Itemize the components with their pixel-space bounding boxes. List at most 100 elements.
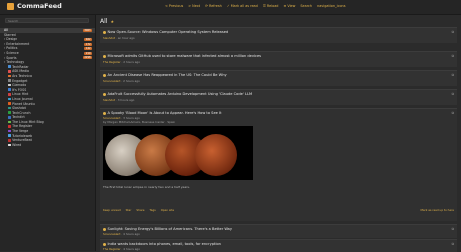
entry-source[interactable]: The Register	[103, 247, 121, 251]
entry-title-text: A Spooky 'Blood Moon' Is About to Appear…	[107, 111, 222, 115]
open-site-button[interactable]: Open site	[161, 208, 174, 212]
entry-source[interactable]: The Register	[103, 60, 121, 64]
entry-source[interactable]: ScienceAlert	[103, 79, 121, 83]
next-button[interactable]: > Next	[188, 4, 200, 8]
sidebar-item-label: Politics	[6, 46, 18, 51]
sidebar-item-label: Science	[6, 50, 19, 55]
entry-title-text: AdaFruit Successfully Automates Arduino …	[107, 92, 253, 96]
sidebar-item-label: ASK Media	[12, 69, 29, 74]
toolbar: < Previous > Next ⟳ Refresh ✓ Mark all a…	[165, 4, 345, 8]
entry-row[interactable]: Microsoft admits GitHub used to store ma…	[100, 51, 457, 67]
view-button[interactable]: ≡ View	[283, 4, 295, 8]
feed-favicon-icon	[8, 83, 11, 87]
entry-title-text: Microsoft admits GitHub used to store ma…	[107, 54, 262, 58]
commafeed-logo-icon	[7, 2, 14, 10]
feed-favicon-icon	[8, 88, 11, 92]
unread-count-badge: 3063	[82, 28, 92, 32]
feed-favicon-icon	[8, 97, 11, 101]
entry-title[interactable]: AdaFruit Successfully Automates Arduino …	[103, 92, 252, 96]
external-link-icon[interactable]: ⧉	[452, 73, 454, 77]
sidebar-item-label: Wired	[12, 142, 22, 147]
navigation-button[interactable]: navigation_icons	[317, 4, 345, 8]
page-title: All ★	[100, 18, 114, 25]
feed-icon	[103, 54, 106, 58]
reload-button[interactable]: ☰ Reload	[263, 4, 279, 8]
external-link-icon[interactable]: ⧉	[452, 227, 454, 231]
entry-row[interactable]: Sunlight: Saving Energy's Billions of Am…	[100, 224, 457, 238]
entry-title[interactable]: Now Open-Source: Windows Computer Operat…	[103, 30, 228, 34]
mark-all-read-button[interactable]: ✓ Mark all as read	[227, 4, 258, 8]
sidebar-item-label: Linux Journal	[12, 96, 33, 101]
unread-count-badge: 172	[84, 42, 92, 46]
sidebar-item-label: Planet Ubuntu	[12, 101, 35, 106]
feed-favicon-icon	[8, 106, 11, 110]
feed-icon	[103, 92, 106, 96]
search-button[interactable]: Search	[300, 4, 312, 8]
entry-title-text: An Ancient Disease Has Reappeared in The…	[107, 73, 227, 77]
feed-favicon-icon	[8, 65, 11, 69]
entry-row[interactable]: AdaFruit Successfully Automates Arduino …	[100, 89, 457, 105]
entry-meta: The Register · 4 hours ago	[103, 247, 140, 251]
sidebar-item-label: Slashdot	[12, 106, 26, 111]
sidebar-item-label: Starred	[4, 32, 16, 37]
sidebar-item-label: Sports	[6, 55, 17, 60]
external-link-icon[interactable]: ⧉	[452, 242, 454, 246]
feed-icon	[103, 111, 106, 115]
sidebar-item-label: Linux Hint	[12, 92, 29, 97]
sidebar-item[interactable]: Wired	[0, 143, 95, 148]
entry-meta: The Register · 2 hours ago	[103, 60, 140, 64]
feed-favicon-icon	[8, 93, 11, 96]
sidebar-item-label: The Register	[12, 124, 33, 129]
keep-unread-button[interactable]: Keep unread	[103, 208, 121, 212]
entry-time: 3 hours ago	[117, 98, 135, 102]
feed-icon	[103, 30, 106, 34]
entry-source[interactable]: Slashdot	[103, 36, 115, 40]
entry-time: an hour ago	[117, 36, 135, 40]
entry-meta: Slashdot · an hour ago	[103, 36, 135, 40]
star-icon[interactable]: ★	[110, 19, 114, 24]
entry-meta: ScienceAlert · 4 hours ago	[103, 232, 140, 236]
external-link-icon[interactable]: ⧉	[452, 30, 454, 34]
sidebar-item-label: Engadget	[12, 78, 28, 83]
entry-row[interactable]: Now Open-Source: Windows Computer Operat…	[100, 27, 457, 43]
share-button[interactable]: Share	[136, 208, 144, 212]
brand[interactable]: CommaFeed	[7, 2, 62, 10]
feed-favicon-icon	[8, 134, 11, 137]
entry-title[interactable]: Sunlight: Saving Energy's Billions of Am…	[103, 227, 232, 231]
feed-favicon-icon	[8, 70, 11, 73]
entry-title[interactable]: An Ancient Disease Has Reappeared in The…	[103, 73, 227, 77]
unread-count-badge: 462	[84, 37, 92, 41]
previous-button[interactable]: < Previous	[165, 4, 183, 8]
search-input[interactable]: Search	[5, 18, 89, 23]
entry-byline: by Morgan Mitchell-Amaini, Business Insi…	[103, 120, 176, 124]
unread-count-badge: 2298	[82, 56, 92, 60]
entry-source[interactable]: Slashdot	[103, 98, 115, 102]
entry-row[interactable]: India wants backdoors into phones, email…	[100, 239, 457, 252]
expanded-entry: A Spooky 'Blood Moon' Is About to Appear…	[100, 108, 457, 221]
app-name: CommaFeed	[17, 2, 62, 10]
feed-favicon-icon	[8, 143, 11, 147]
entry-title[interactable]: A Spooky 'Blood Moon' Is About to Appear…	[103, 111, 222, 115]
feed-list: All 3063 Starred › Design 462 › Entertainment…	[0, 28, 95, 147]
feed-favicon-icon	[8, 129, 11, 133]
entry-title-text: Sunlight: Saving Energy's Billions of Am…	[107, 227, 232, 231]
sidebar-item-label: It's FOSS	[12, 87, 27, 92]
unread-count-badge: 142	[84, 47, 92, 51]
entry-time: 4 hours ago	[123, 247, 140, 251]
feed-favicon-icon	[8, 115, 11, 119]
tags-button[interactable]: Tags	[149, 208, 155, 212]
entry-row[interactable]: An Ancient Disease Has Reappeared in The…	[100, 70, 457, 86]
entry-title[interactable]: India wants backdoors into phones, email…	[103, 242, 221, 246]
mark-read-up-to-here-button[interactable]: Mark as read up to here	[421, 208, 454, 212]
external-link-icon[interactable]: ⧉	[452, 111, 454, 115]
refresh-button[interactable]: ⟳ Refresh	[205, 4, 222, 8]
external-link-icon[interactable]: ⧉	[452, 92, 454, 96]
star-button[interactable]: Star	[126, 208, 132, 212]
entry-title[interactable]: Microsoft admits GitHub used to store ma…	[103, 54, 261, 58]
sidebar-item-label: Gizmodo	[12, 83, 27, 88]
entry-time: 4 hours ago	[123, 232, 140, 236]
entry-source[interactable]: ScienceAlert	[103, 232, 121, 236]
entry-time: 2 hours ago	[123, 60, 140, 64]
sidebar-item-label: Tutorialsweb	[12, 133, 33, 138]
external-link-icon[interactable]: ⧉	[452, 54, 454, 58]
